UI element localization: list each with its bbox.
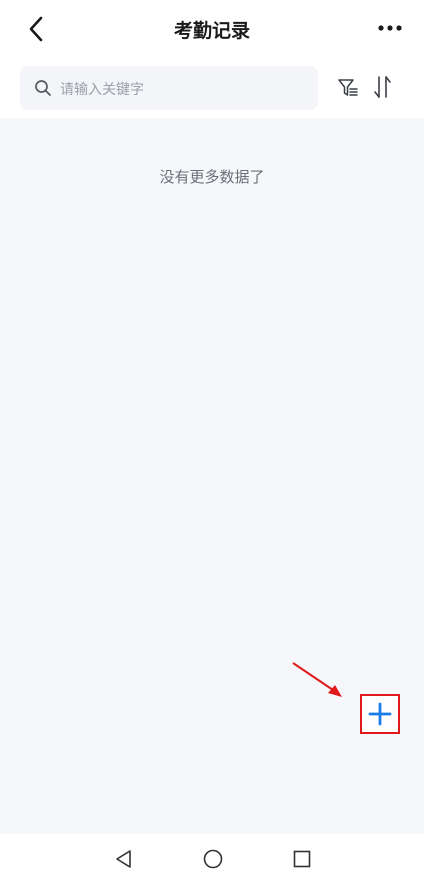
plus-icon: [368, 702, 392, 726]
sort-icon: [374, 76, 391, 98]
more-button[interactable]: [376, 16, 404, 40]
sort-button[interactable]: [370, 74, 396, 100]
page-title: 考勤记录: [173, 20, 250, 42]
empty-state-message: 没有更多数据了: [159, 168, 265, 186]
system-nav-bar: [0, 834, 424, 883]
add-record-button[interactable]: [360, 694, 400, 734]
filter-icon: [338, 79, 358, 96]
search-toolbar: 请输入关键字: [0, 58, 424, 118]
square-recent-icon: [293, 850, 311, 868]
triangle-back-icon: [116, 850, 131, 868]
attendance-records-screen: 考勤记录 请输入关键字 没有更多数据了: [0, 0, 424, 883]
nav-home-button[interactable]: [201, 847, 225, 871]
nav-back-button[interactable]: [112, 847, 136, 871]
nav-recent-button[interactable]: [290, 847, 314, 871]
circle-home-icon: [203, 849, 223, 869]
filter-button[interactable]: [336, 76, 360, 100]
top-bar: 考勤记录: [0, 0, 424, 58]
search-icon: [35, 80, 51, 96]
search-input[interactable]: 请输入关键字: [20, 66, 318, 110]
more-horizontal-icon: [378, 25, 402, 31]
search-placeholder: 请输入关键字: [60, 82, 144, 98]
